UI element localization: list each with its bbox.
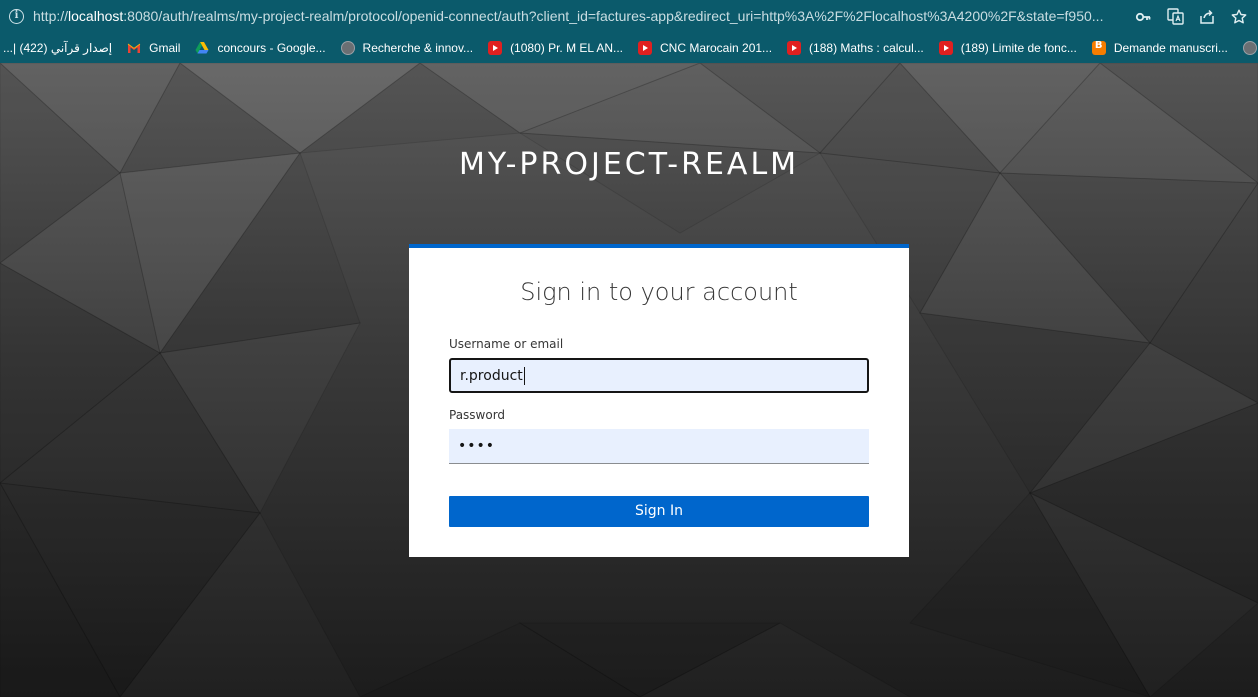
youtube-icon <box>787 41 802 55</box>
username-value: r.product <box>460 367 523 384</box>
translate-icon[interactable] <box>1166 8 1184 26</box>
bookmark-item[interactable]: إصدار قرآني (422) |... <box>3 33 112 63</box>
blogger-icon <box>1091 40 1106 55</box>
bookmark-label: CNC Marocain 201... <box>660 41 773 55</box>
bookmark-item[interactable]: CNC Marocain 201... <box>638 33 772 63</box>
gmail-icon <box>127 41 141 55</box>
bookmark-label: Demande manuscri... <box>1113 41 1228 55</box>
username-field[interactable]: r.product <box>449 358 869 393</box>
share-icon[interactable] <box>1198 8 1216 26</box>
bookmark-label: (189) Limite de fonc... <box>960 41 1077 55</box>
bookmark-item[interactable]: (1080) Pr. M EL AN... <box>488 33 623 63</box>
url-text[interactable]: http://localhost:8080/auth/realms/my-pro… <box>33 0 1118 33</box>
bookmark-item[interactable]: (188) Maths : calcul... <box>787 33 924 63</box>
youtube-icon <box>638 41 652 55</box>
bookmark-label: إصدار قرآني (422) |... <box>3 41 113 55</box>
password-value: •••• <box>458 438 496 454</box>
star-icon[interactable] <box>1230 8 1248 26</box>
text-caret <box>523 366 525 385</box>
bookmark-item[interactable]: concours - Google... <box>195 33 326 63</box>
sign-in-button[interactable]: Sign In <box>449 496 869 527</box>
globe-icon <box>340 41 355 55</box>
username-label: Username or email <box>449 337 564 351</box>
bookmark-item[interactable]: Gmail <box>127 33 180 63</box>
google-drive-icon <box>195 41 209 55</box>
site-info-icon[interactable]: i <box>9 9 24 24</box>
login-card: Sign in to your account Username or emai… <box>409 244 909 557</box>
bookmark-label: concours - Google... <box>217 41 326 55</box>
youtube-icon <box>938 41 953 55</box>
bookmark-item[interactable]: (189) Limite de fonc... <box>938 33 1077 63</box>
bookmark-item[interactable]: Recherche & innov... <box>340 33 474 63</box>
realm-title: MY-PROJECT-REALM <box>458 147 800 182</box>
bookmark-label: Recherche & innov... <box>362 41 474 55</box>
address-bar[interactable]: i http://localhost:8080/auth/realms/my-p… <box>0 0 1258 33</box>
url-host: localhost <box>68 8 124 24</box>
url-rest: :8080/auth/realms/my-project-realm/proto… <box>123 8 1104 24</box>
bookmark-item[interactable] <box>1242 33 1258 63</box>
youtube-icon <box>488 41 503 55</box>
bookmarks-bar: إصدار قرآني (422) |... Gmail concours - … <box>0 33 1258 63</box>
key-icon[interactable] <box>1134 8 1152 26</box>
bookmark-item[interactable]: Demande manuscri... <box>1091 33 1228 63</box>
bookmark-label: Gmail <box>149 41 181 55</box>
globe-icon <box>1242 41 1257 55</box>
password-field[interactable]: •••• <box>449 429 869 464</box>
bookmark-label: (188) Maths : calcul... <box>809 41 924 55</box>
url-prefix: http:// <box>33 8 69 24</box>
bookmark-label: (1080) Pr. M EL AN... <box>510 41 623 55</box>
password-label: Password <box>449 408 506 422</box>
login-heading: Sign in to your account <box>520 278 798 306</box>
